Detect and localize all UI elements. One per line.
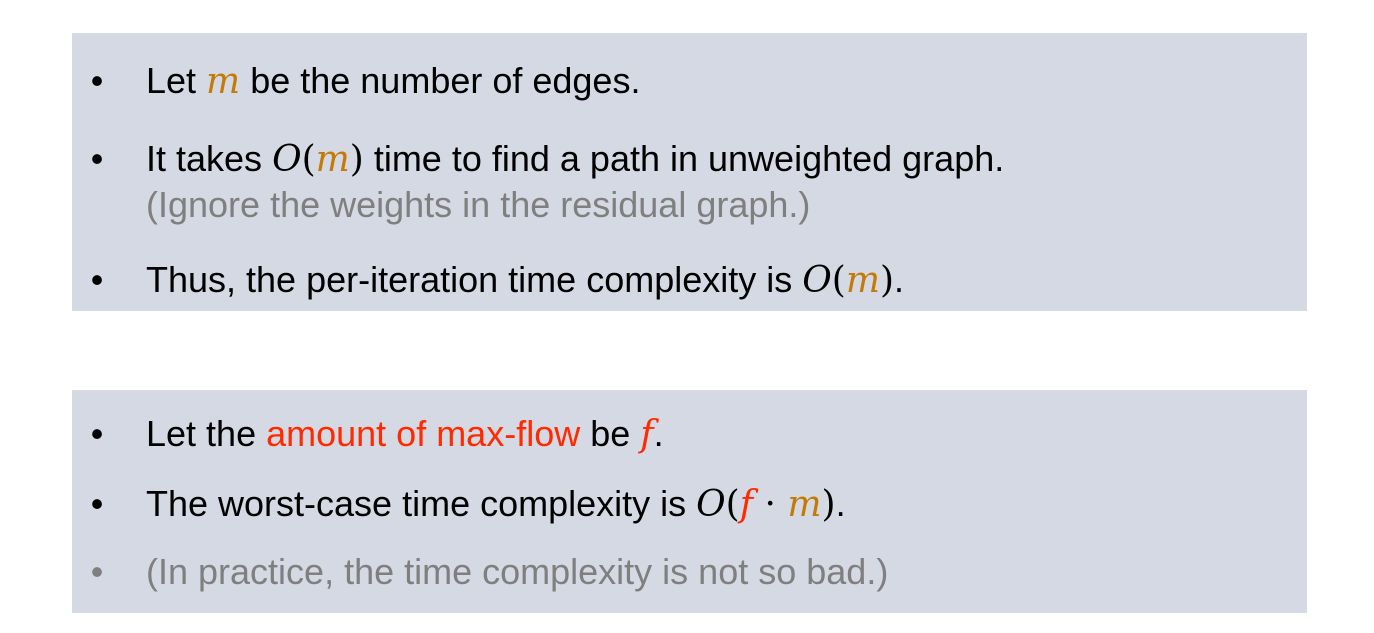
text-segment: Let xyxy=(146,60,207,101)
text-segment: . xyxy=(894,259,905,300)
big-o: O xyxy=(272,139,302,180)
bullet-icon: • xyxy=(90,60,104,101)
paren-open: ( xyxy=(831,260,846,301)
var-f: f xyxy=(739,484,754,525)
paren-open: ( xyxy=(301,139,316,180)
bullet-icon: • xyxy=(90,551,104,592)
dot-operator: · xyxy=(753,484,788,525)
text-segment: time to find a path in unweighted graph. xyxy=(363,138,1005,179)
bullet-box-top: • Let m be the number of edges. • It tak… xyxy=(72,33,1307,311)
note-text: (Ignore the weights in the residual grap… xyxy=(146,184,811,225)
bullet-icon: • xyxy=(90,138,104,179)
text-segment: . xyxy=(835,483,846,524)
text-segment: be the number of edges. xyxy=(240,60,641,101)
paren-close: ) xyxy=(879,260,894,301)
bullet-text: It takes O(m) time to find a path in unw… xyxy=(146,137,1004,182)
bullet-icon: • xyxy=(90,483,104,524)
bullet-box-bottom: • Let the amount of max-flow be f. • The… xyxy=(72,390,1307,613)
bullet-text: The worst-case time complexity is O(f · … xyxy=(146,482,846,527)
paren-close: ) xyxy=(349,139,364,180)
bullet-text: (In practice, the time complexity is not… xyxy=(146,551,889,592)
bullet-icon: • xyxy=(90,413,104,454)
var-m: m xyxy=(206,61,241,102)
text-segment: The worst-case time complexity is xyxy=(146,483,697,524)
highlight-text: amount of max-flow xyxy=(266,413,581,454)
bullet-text: Let the amount of max-flow be f. xyxy=(146,412,664,457)
paren-close: ) xyxy=(821,484,836,525)
bullet-icon: • xyxy=(90,259,104,300)
text-segment: Thus, the per-iteration time complexity … xyxy=(146,259,803,300)
bullet-text: Thus, the per-iteration time complexity … xyxy=(146,258,904,303)
big-o: O xyxy=(802,260,832,301)
big-o: O xyxy=(696,484,726,525)
var-m: m xyxy=(787,484,822,525)
var-m: m xyxy=(315,139,350,180)
text-segment: Let the xyxy=(146,413,267,454)
var-f: f xyxy=(640,414,654,455)
text-segment: . xyxy=(653,413,664,454)
bullet-text: Let m be the number of edges. xyxy=(146,59,640,104)
text-segment: It takes xyxy=(146,138,273,179)
var-m: m xyxy=(845,260,880,301)
paren-open: ( xyxy=(725,484,740,525)
text-segment: be xyxy=(580,413,641,454)
